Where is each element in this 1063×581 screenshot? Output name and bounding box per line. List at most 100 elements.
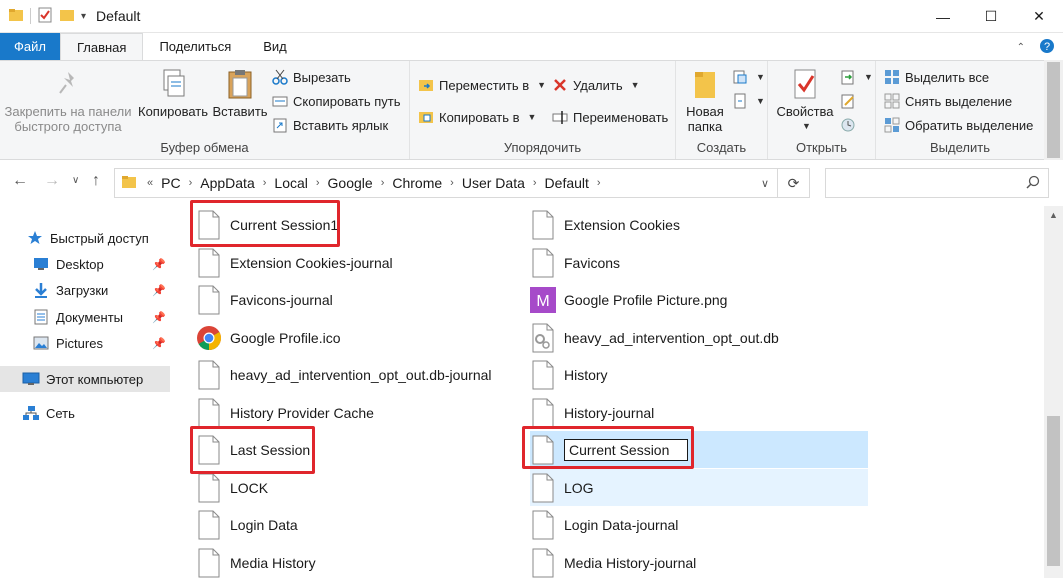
tab-home[interactable]: Главная	[59, 33, 144, 60]
copy-icon	[157, 67, 189, 101]
delete-button[interactable]: Удалить ▼	[552, 77, 640, 93]
scrollbar-thumb[interactable]	[1047, 416, 1060, 566]
breadcrumb-overflow[interactable]: «	[147, 177, 153, 189]
chevron-right-icon[interactable]: ›	[450, 177, 454, 189]
refresh-icon[interactable]: ⟳	[778, 168, 810, 198]
open-arrow-icon	[840, 69, 856, 85]
nav-network[interactable]: Сеть	[0, 400, 170, 426]
customize-toolbar-icon[interactable]: ▾	[81, 11, 86, 22]
tab-share[interactable]: Поделиться	[143, 33, 247, 60]
pin-icon[interactable]: 📌	[152, 258, 166, 271]
file-current-session-renaming[interactable]: Current Session	[530, 431, 868, 468]
chevron-right-icon[interactable]: ›	[533, 177, 537, 189]
recent-locations-icon[interactable]: ∨	[72, 175, 79, 186]
nav-quick-access[interactable]: Быстрый доступ	[0, 225, 170, 251]
chevron-right-icon[interactable]: ›	[263, 177, 267, 189]
file-name: Favicons	[564, 254, 621, 271]
chevron-right-icon[interactable]: ›	[189, 177, 193, 189]
file-last-session[interactable]: Last Session	[196, 431, 516, 468]
collapse-ribbon-icon[interactable]: ⌃	[1017, 42, 1025, 53]
move-to-button[interactable]: Переместить в ▼	[418, 77, 546, 93]
file-favicons-journal[interactable]: Favicons-journal	[196, 281, 516, 318]
minimize-button[interactable]: —	[919, 0, 967, 33]
pin-icon[interactable]: 📌	[152, 284, 166, 297]
file-favicons[interactable]: Favicons	[530, 244, 868, 281]
cut-button[interactable]: Вырезать	[272, 69, 351, 85]
file-google-profile-picture[interactable]: M Google Profile Picture.png	[530, 281, 868, 318]
copy-to-button[interactable]: Копировать в ▼	[418, 109, 536, 125]
ribbon-scrollbar[interactable]	[1044, 60, 1063, 160]
file-media-history-journal[interactable]: Media History-journal	[530, 544, 868, 581]
help-icon[interactable]: ?	[1039, 38, 1055, 57]
rename-button[interactable]: Переименовать	[552, 109, 668, 125]
new-folder-icon[interactable]	[59, 7, 75, 26]
breadcrumb-default[interactable]: Default	[545, 175, 589, 191]
rename-input[interactable]: Current Session	[564, 438, 688, 461]
file-heavy-ad-db-journal[interactable]: heavy_ad_intervention_opt_out.db-journal	[196, 356, 516, 393]
invert-selection-button[interactable]: Обратить выделение	[884, 117, 1033, 133]
file-lock[interactable]: LOCK	[196, 469, 516, 506]
nav-label: Pictures	[56, 335, 103, 351]
copy-folder-icon	[418, 109, 434, 125]
file-extension-cookies-journal[interactable]: Extension Cookies-journal	[196, 244, 516, 281]
properties-check-icon[interactable]	[37, 7, 53, 26]
chevron-right-icon[interactable]: ›	[381, 177, 385, 189]
nav-desktop[interactable]: Desktop 📌	[0, 251, 170, 277]
search-input[interactable]	[825, 168, 1049, 198]
nav-pictures[interactable]: Pictures 📌	[0, 330, 170, 356]
file-list-scrollbar[interactable]: ▲	[1044, 206, 1063, 578]
chevron-right-icon[interactable]: ›	[316, 177, 320, 189]
breadcrumb-user-data[interactable]: User Data	[462, 175, 525, 191]
nav-this-pc[interactable]: Этот компьютер	[0, 366, 170, 392]
breadcrumb-chrome[interactable]: Chrome	[392, 175, 442, 191]
file-icon	[196, 434, 222, 466]
scroll-up-icon[interactable]: ▲	[1049, 210, 1058, 220]
pin-to-quick-access-button[interactable]: Закрепить на панели быстрого доступа	[4, 67, 132, 134]
new-folder-button[interactable]: Новая папка	[680, 67, 730, 134]
file-login-data[interactable]: Login Data	[196, 506, 516, 543]
select-all-button[interactable]: Выделить все	[884, 69, 989, 85]
file-history[interactable]: History	[530, 356, 868, 393]
pin-icon[interactable]: 📌	[152, 311, 166, 324]
file-history-journal[interactable]: History-journal	[530, 394, 868, 431]
pin-icon[interactable]: 📌	[152, 337, 166, 350]
breadcrumb-google[interactable]: Google	[328, 175, 373, 191]
address-dropdown-icon[interactable]: ∨	[761, 177, 769, 190]
file-heavy-ad-db[interactable]: heavy_ad_intervention_opt_out.db	[530, 319, 868, 356]
nav-documents[interactable]: Документы 📌	[0, 304, 170, 330]
breadcrumb-pc[interactable]: PC	[161, 175, 180, 191]
breadcrumb-local[interactable]: Local	[274, 175, 307, 191]
file-media-history[interactable]: Media History	[196, 544, 516, 581]
history-button[interactable]	[840, 117, 856, 133]
properties-button[interactable]: Свойства ▼	[772, 67, 838, 134]
forward-arrow-icon[interactable]: →	[44, 172, 60, 190]
nav-downloads[interactable]: Загрузки 📌	[0, 277, 170, 303]
file-current-session1[interactable]: Current Session1	[196, 206, 516, 243]
paste-shortcut-button[interactable]: Вставить ярлык	[272, 117, 388, 133]
file-history-provider-cache[interactable]: History Provider Cache	[196, 394, 516, 431]
invert-selection-label: Обратить выделение	[905, 117, 1034, 133]
file-extension-cookies[interactable]: Extension Cookies	[530, 206, 868, 243]
copy-path-button[interactable]: Скопировать путь	[272, 93, 401, 109]
open-button[interactable]: ▼	[840, 69, 873, 85]
easy-access-button[interactable]: ▼	[732, 93, 765, 109]
tab-view[interactable]: Вид	[247, 33, 303, 60]
up-arrow-icon[interactable]: ↑	[92, 172, 100, 190]
select-none-button[interactable]: Снять выделение	[884, 93, 1012, 109]
copy-button[interactable]: Копировать	[136, 67, 210, 119]
paste-button[interactable]: Вставить	[212, 67, 268, 119]
close-button[interactable]: ✕	[1015, 0, 1063, 33]
file-log[interactable]: LOG	[530, 469, 868, 506]
folder-icon	[8, 7, 24, 26]
maximize-button[interactable]: ☐	[967, 0, 1015, 33]
file-google-profile-ico[interactable]: Google Profile.ico	[196, 319, 516, 356]
breadcrumb-appdata[interactable]: AppData	[200, 175, 254, 191]
file-name: History Provider Cache	[230, 404, 374, 421]
file-login-data-journal[interactable]: Login Data-journal	[530, 506, 868, 543]
tab-file[interactable]: Файл	[0, 33, 60, 60]
chevron-right-icon[interactable]: ›	[597, 177, 601, 189]
new-item-button[interactable]: ▼	[732, 69, 765, 85]
back-arrow-icon[interactable]: ←	[12, 172, 28, 190]
address-bar[interactable]: « PC › AppData › Local › Google › Chrome › Us…	[114, 168, 778, 198]
edit-button[interactable]	[840, 93, 856, 109]
